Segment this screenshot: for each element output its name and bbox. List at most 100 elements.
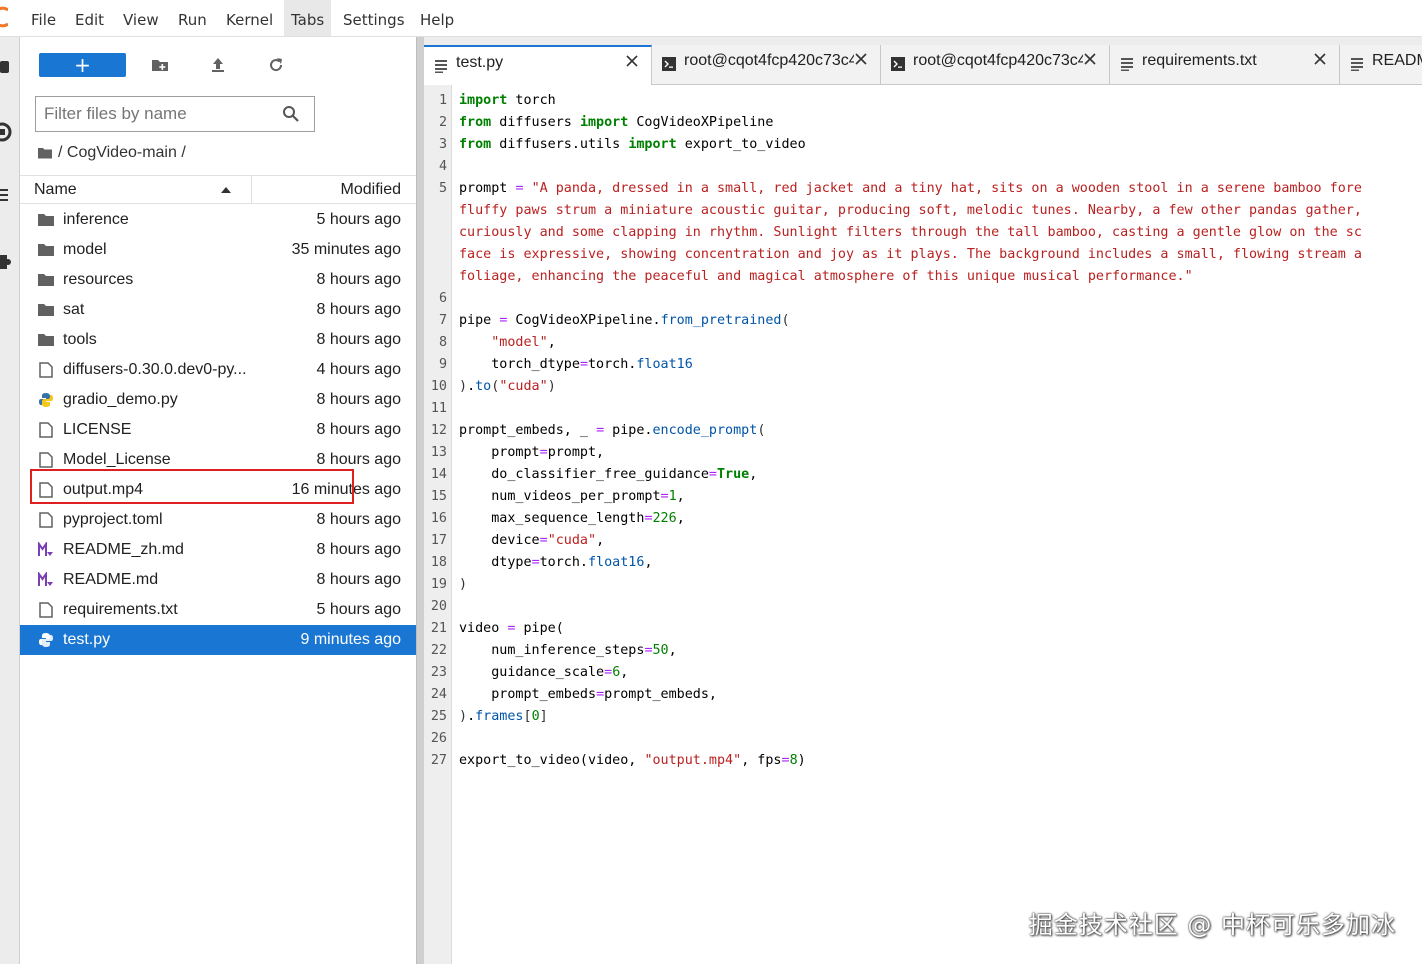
upload-icon[interactable] [208,55,228,75]
file-row-selected[interactable]: test.py 9 minutes ago [20,625,416,655]
menu-view[interactable]: View [116,0,166,36]
code-line[interactable]: fluffy paws strum a miniature acoustic g… [459,200,1362,222]
close-icon[interactable] [855,53,867,65]
tab-terminal-2[interactable]: root@cqot4fcp420c73c4 [881,45,1110,84]
code-token: face is expressive, showing concentratio… [459,247,1362,262]
breadcrumb: / CogVideo-main / [38,141,186,165]
code-line[interactable]: ).frames[0] [459,706,548,728]
close-icon[interactable] [1314,53,1326,65]
file-name: requirements.txt [63,601,178,618]
tab-label: requirements.txt [1142,52,1257,69]
menu-settings[interactable]: Settings [336,0,412,36]
tab-readme[interactable]: READM [1340,45,1422,84]
code-line[interactable]: ).to("cuda") [459,376,556,398]
folder-icon [38,214,54,226]
line-number [424,222,447,244]
filter-input[interactable] [44,97,274,131]
code-line[interactable]: num_inference_steps=50, [459,640,676,662]
close-icon[interactable] [626,55,638,67]
file-row[interactable]: Model_License 8 hours ago [20,445,416,475]
code-token: = [708,467,717,482]
line-number: 26 [430,731,447,746]
code-token: ) [547,379,556,394]
menu-kernel[interactable]: Kernel [219,0,280,36]
file-row[interactable]: README.md 8 hours ago [20,565,416,595]
file-modified: 8 hours ago [316,271,401,288]
new-folder-icon[interactable] [150,55,170,75]
column-header-modified[interactable]: Modified [341,176,401,204]
column-header-name[interactable]: Name [34,176,77,204]
code-editor[interactable]: 1 2 3 4 5 6 7 8 9 10 11 12 13 14 15 16 17 18 19 20 21 22 23 24 2… [424,85,1422,964]
menu-tabs[interactable]: Tabs [284,0,332,36]
tab-test-py[interactable]: test.py [424,45,652,85]
panel-splitter[interactable] [416,37,424,964]
toc-tab-icon[interactable] [0,187,10,203]
menu-help[interactable]: Help [413,0,461,36]
code-line[interactable]: from diffusers.utils import export_to_vi… [459,134,806,156]
menu-file[interactable]: File [24,0,63,36]
code-line[interactable]: video = pipe( [459,618,564,640]
markdown-file-icon [38,572,53,586]
code-line[interactable]: face is expressive, showing concentratio… [459,244,1362,266]
file-row[interactable]: requirements.txt 5 hours ago [20,595,416,625]
code-token: = [579,357,588,372]
tab-requirements-txt[interactable]: requirements.txt [1110,45,1340,84]
code-token: dtype [459,555,532,570]
line-number [424,266,447,288]
code-line[interactable]: max_sequence_length=226, [459,508,685,530]
file-row[interactable]: README_zh.md 8 hours ago [20,535,416,565]
code-token: "cuda" [547,533,597,548]
file-list-header: Name Modified [20,175,416,204]
file-row[interactable]: gradio_demo.py 8 hours ago [20,385,416,415]
extension-tab-icon[interactable] [0,251,12,273]
code-token: num_videos_per_prompt [459,489,661,504]
code-token: diffusers [491,115,580,130]
code-line[interactable]: dtype=torch.float16, [459,552,652,574]
line-number: 14 [430,467,447,482]
folder-tab-icon[interactable] [0,59,10,75]
code-line[interactable]: prompt=prompt, [459,442,604,464]
tab-terminal-1[interactable]: root@cqot4fcp420c73c4 [652,45,881,84]
code-line[interactable]: guidance_scale=6, [459,662,628,684]
file-row[interactable]: output.mp4 16 minutes ago [20,475,416,505]
menu-edit[interactable]: Edit [68,0,111,36]
code-line[interactable]: export_to_video(video, "output.mp4", fps… [459,750,806,772]
code-token: prompt [459,445,540,460]
menu-run[interactable]: Run [171,0,214,36]
code-line[interactable]: "model", [459,332,556,354]
line-number: 6 [438,291,447,306]
file-row[interactable]: LICENSE 8 hours ago [20,415,416,445]
file-row[interactable]: diffusers-0.30.0.dev0-py... 4 hours ago [20,355,416,385]
code-line[interactable]: curiously and some clapping in rhythm. S… [459,222,1362,244]
line-number: 22 [430,643,447,658]
breadcrumb-path[interactable]: / CogVideo-main / [58,144,186,161]
code-line[interactable]: import torch [459,90,556,112]
code-line[interactable]: prompt = "A panda, dressed in a small, r… [459,178,1362,200]
column-divider[interactable] [251,176,252,203]
code-token: pipe [459,313,500,328]
code-line[interactable]: prompt_embeds, _ = pipe.encode_prompt( [459,420,765,442]
close-icon[interactable] [1084,53,1096,65]
code-token: prompt_embeds, _ [459,423,597,438]
code-line[interactable]: device="cuda", [459,530,604,552]
code-line[interactable]: prompt_embeds=prompt_embeds, [459,684,717,706]
file-row[interactable]: resources 8 hours ago [20,265,416,295]
new-launcher-button[interactable]: + [39,53,126,77]
code-line[interactable]: ) [459,574,467,596]
refresh-icon[interactable] [266,55,286,75]
code-line[interactable]: torch_dtype=torch.float16 [459,354,693,376]
code-line[interactable]: do_classifier_free_guidance=True, [459,464,757,486]
terminal-icon [891,57,905,71]
file-row[interactable]: pyproject.toml 8 hours ago [20,505,416,535]
file-row[interactable]: tools 8 hours ago [20,325,416,355]
file-row[interactable]: sat 8 hours ago [20,295,416,325]
code-line[interactable]: from diffusers import CogVideoXPipeline [459,112,773,134]
code-line[interactable]: pipe = CogVideoXPipeline.from_pretrained… [459,310,790,332]
code-token: , [547,335,556,350]
file-row[interactable]: inference 5 hours ago [20,205,416,235]
code-line[interactable]: num_videos_per_prompt=1, [459,486,685,508]
folder-icon[interactable] [38,147,52,159]
code-line[interactable]: foliage, enhancing the peaceful and magi… [459,266,1193,288]
running-tab-icon[interactable] [0,121,12,143]
file-row[interactable]: model 35 minutes ago [20,235,416,265]
